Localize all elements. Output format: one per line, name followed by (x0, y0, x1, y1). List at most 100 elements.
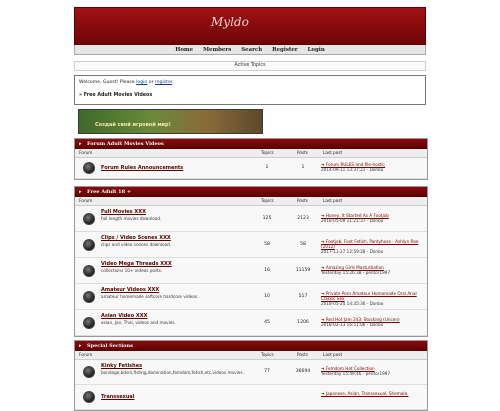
col-forum: Forum (79, 150, 93, 155)
section-title[interactable]: Free Adult 18 + (75, 187, 427, 197)
col-forum: Forum (79, 198, 93, 203)
col-posts: Posts (297, 352, 308, 357)
topic-count: 1 (265, 165, 269, 170)
last-post-info: ➜ Private Porn Amateur Homemade Oral Ana… (321, 291, 425, 306)
last-post-link[interactable]: ➜ Private Porn Amateur Homemade Oral Ana… (321, 291, 425, 301)
forum-description: amateur homemade softcore hardcore video… (101, 294, 199, 299)
forum-status-icon (83, 162, 95, 174)
last-post-meta: Yesterday 15:26:38 - pentor1997 (321, 269, 391, 275)
topic-count: 10 (264, 293, 270, 299)
topic-count: 125 (262, 215, 272, 221)
last-post-info: ➜ Amazing Girls Masturbation Yesterday 15… (321, 265, 425, 275)
forum-title-link[interactable]: Full Movies XXX (101, 209, 146, 215)
nav-search[interactable]: Search (241, 47, 262, 53)
col-topics: Topics (261, 150, 274, 155)
post-count: 1206 (297, 319, 309, 325)
last-post-info: ➜ Honey, It Started As A Footjob 2018-05-… (321, 213, 425, 223)
page-wrapper: Myldo Home Members Search Register Login… (74, 7, 426, 105)
forum-title-link[interactable]: Asian Video XXX (101, 313, 147, 319)
section-title[interactable]: Special Sections (75, 341, 427, 351)
forum-row: Amateur Videos XXX amateur homemade softc… (75, 284, 427, 310)
col-last-post: Last post (323, 150, 343, 155)
nav-login[interactable]: Login (308, 47, 325, 53)
welcome-prefix: Welcome, Guest! Please (79, 80, 135, 85)
topic-count: 77 (264, 369, 270, 374)
last-post-info: ➜ Forum RULES and file-hosts; 2014-09-11 … (321, 162, 425, 172)
forum-title-link[interactable]: Amateur Videos XXX (101, 287, 159, 293)
last-post-link[interactable]: ➜ Japanese, Asian, Transsexual, Shemale, (321, 391, 425, 396)
last-post-meta: Yesterday 15:49:46 - pentor1997 (321, 371, 391, 376)
post-count: 58 (300, 241, 306, 247)
site-header: Myldo (74, 7, 426, 45)
login-link[interactable]: login (136, 80, 147, 85)
col-last-post: Last post (323, 198, 343, 203)
forum-title-link[interactable]: Video Mega Threads XXX (101, 261, 172, 267)
forum-section: Special SectionsForum Topics Posts Last pos… (74, 340, 428, 411)
forum-description: asian, Jav, Thai, videos and movies. (101, 320, 176, 325)
post-count: 2123 (297, 215, 309, 221)
forum-row: Asian Video XXX asian, Jav, Thai, videos … (75, 310, 427, 336)
col-forum: Forum (79, 352, 93, 357)
last-post-meta: 2018-05-24 14:35:36 - Donbo (321, 300, 384, 306)
last-post-info: ➜ Red Hot Jam 243: Stocking (Uncen) 2018-… (321, 317, 425, 327)
active-topics-link[interactable]: Active Topics (74, 61, 426, 71)
last-post-meta: 2017-11-27 12:59:28 - Donbo (321, 248, 384, 254)
forum-row: Kinky Fetishes bondage,bdsm,fisting,domin… (75, 360, 427, 385)
col-topics: Topics (261, 198, 274, 203)
last-post-meta: 2018-05-09 11:21:37 - Donbo (321, 217, 384, 223)
nav-home[interactable]: Home (175, 47, 193, 53)
forum-status-icon (83, 238, 95, 251)
forum-description: full length movies download. (101, 216, 162, 221)
register-link[interactable]: register (155, 80, 172, 85)
col-posts: Posts (297, 198, 308, 203)
forum-row: Full Movies XXX full length movies downlo… (75, 206, 427, 232)
post-count: 36694 (295, 369, 311, 374)
topic-count: 45 (264, 319, 270, 325)
col-topics: Topics (261, 352, 274, 357)
forum-description: collections 10+ videos posts. (101, 268, 163, 273)
column-header: Forum Topics Posts Last post (75, 351, 427, 360)
forum-title-link[interactable]: Transsexual (101, 394, 134, 400)
forum-section: Forum Adult Movies VideosForum Topics Post… (74, 138, 428, 180)
welcome-text: Welcome, Guest! Please login or register… (79, 80, 174, 85)
site-logo[interactable]: Myldo (211, 15, 249, 29)
section-title[interactable]: Forum Adult Movies Videos (75, 139, 427, 149)
forum-row: Clips / Video Scenes XXX clips and video … (75, 232, 427, 258)
post-count: 1 (301, 165, 305, 170)
nav-members[interactable]: Members (203, 47, 231, 53)
last-post-meta: 2018-02-13 16:51:06 - Donbo (321, 321, 384, 327)
welcome-or: or (148, 80, 154, 85)
post-count: 517 (298, 293, 308, 299)
topic-count: 58 (264, 241, 270, 247)
forum-title-link[interactable]: Forum Rules Announcements (101, 165, 183, 171)
forum-status-icon (83, 316, 95, 329)
forum-description: clips and video scenes download. (101, 242, 172, 247)
forum-title-link[interactable]: Kinky Fetishes (101, 363, 142, 369)
forum-row: Forum Rules Announcements 1 1 ➜ Forum RULES… (75, 158, 427, 179)
column-header: Forum Topics Posts Last post (75, 197, 427, 206)
forum-status-icon (83, 290, 95, 303)
col-last-post: Last post (323, 352, 343, 357)
ad-banner[interactable]: Создай свой игровой мир! (78, 109, 263, 134)
nav-register[interactable]: Register (272, 47, 298, 53)
topic-count: 16 (264, 267, 270, 273)
last-post-meta: 2014-09-11 13:37:21 - Donbo (321, 167, 384, 172)
column-header: Forum Topics Posts Last post (75, 149, 427, 158)
forum-status-icon (83, 264, 95, 277)
welcome-box: Welcome, Guest! Please login or register… (74, 75, 426, 105)
forum-row: Video Mega Threads XXX collections 10+ vi… (75, 258, 427, 284)
free-movies-link[interactable]: » Free Adult Movies Videos (79, 93, 152, 98)
post-count: 11159 (295, 267, 311, 273)
forum-status-icon (83, 212, 95, 225)
forum-section: Free Adult 18 +Forum Topics Posts Last post… (74, 186, 428, 337)
col-posts: Posts (297, 150, 308, 155)
forum-description: bondage,bdsm,fisting,domination,femdom,f… (101, 370, 244, 375)
forum-title-link[interactable]: Clips / Video Scenes XXX (101, 235, 171, 241)
forum-row: Transsexual ➜ Japanese, Asian, Transsexua… (75, 385, 427, 410)
banner-text: Создай свой игровой мир! (95, 122, 171, 128)
main-nav: Home Members Search Register Login (74, 45, 426, 55)
last-post-info: ➜ Japanese, Asian, Transsexual, Shemale, (321, 391, 425, 396)
last-post-info: ➜ Femdom Hot Collection Yesterday 15:49:4… (321, 366, 425, 376)
forum-status-icon (83, 366, 95, 378)
last-post-link[interactable]: ➜ Footjob, Foot Fetish, Pantyhose - Ashl… (321, 239, 425, 249)
